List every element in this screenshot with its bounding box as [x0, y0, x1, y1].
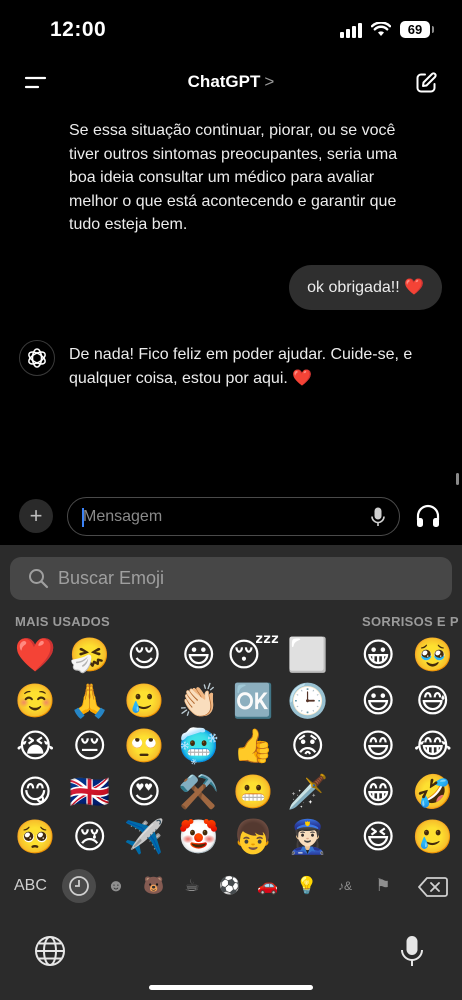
- emoji-key[interactable]: 😅: [406, 678, 461, 724]
- emoji-key[interactable]: 🙄: [117, 723, 172, 769]
- emoji-key[interactable]: ☺️: [8, 678, 63, 724]
- emoji-key[interactable]: 😔: [63, 723, 118, 769]
- flag-icon[interactable]: ⚑: [372, 875, 394, 897]
- emoji-key[interactable]: 😆: [351, 814, 406, 860]
- emoji-key[interactable]: 🥹: [406, 632, 461, 678]
- emoji-key[interactable]: 😁: [351, 769, 406, 815]
- message-input[interactable]: Mensagem: [67, 497, 400, 536]
- emoji-key[interactable]: 😀: [351, 632, 406, 678]
- assistant-message: De nada! Fico feliz em poder ajudar. Cui…: [69, 346, 413, 387]
- emoji-key[interactable]: 😋: [8, 769, 63, 815]
- emoji-key[interactable]: ⚒️: [172, 769, 227, 815]
- emoji-category-bar: ABC ☻ 🐻 ☕ ⚽ 🚗 💡 ♪& ⚑: [0, 867, 462, 907]
- section-frequently-used: MAIS USADOS: [15, 614, 111, 629]
- chevron-right-icon: >: [264, 72, 275, 91]
- emoji-key[interactable]: 🤣: [406, 769, 461, 815]
- new-chat-icon[interactable]: [414, 71, 438, 95]
- emoji-keyboard: Buscar Emoji MAIS USADOS SORRISOS E P ❤️…: [0, 545, 462, 1000]
- emoji-key[interactable]: 😬: [226, 769, 281, 815]
- emoji-key[interactable]: 🕒: [281, 678, 336, 724]
- emoji-key[interactable]: 🇬🇧: [63, 769, 118, 815]
- emoji-key[interactable]: 😃: [172, 632, 227, 678]
- microphone-icon[interactable]: [371, 507, 385, 527]
- section-smileys: SORRISOS E P: [362, 614, 459, 629]
- emoji-key[interactable]: 🤡: [172, 814, 227, 860]
- smiley-icon[interactable]: ☻: [105, 875, 127, 897]
- emoji-key[interactable]: 😍: [117, 769, 172, 815]
- scrollbar[interactable]: [456, 473, 459, 485]
- battery-icon: 69: [400, 21, 434, 38]
- model-selector[interactable]: ChatGPT >: [0, 72, 462, 92]
- abc-button[interactable]: ABC: [14, 877, 47, 895]
- emoji-key[interactable]: 🆗: [226, 678, 281, 724]
- assistant-message: Se essa situação continuar, piorar, ou s…: [69, 122, 398, 233]
- emoji-key[interactable]: 😂: [406, 723, 461, 769]
- message-placeholder: Mensagem: [83, 508, 163, 525]
- car-icon[interactable]: 🚗: [257, 875, 279, 897]
- animal-icon[interactable]: 🐻: [143, 875, 165, 897]
- symbols-icon[interactable]: ♪&: [334, 875, 356, 897]
- status-time: 12:00: [50, 18, 107, 41]
- emoji-key[interactable]: ✈️: [117, 814, 172, 860]
- emoji-key[interactable]: 🥺: [8, 814, 63, 860]
- search-icon: [29, 569, 49, 589]
- status-icons: 69: [340, 21, 434, 38]
- emoji-key[interactable]: 👏🏻: [172, 678, 227, 724]
- food-icon[interactable]: ☕: [181, 875, 203, 897]
- recent-icon[interactable]: [68, 875, 90, 897]
- emoji-key[interactable]: 😌: [117, 632, 172, 678]
- emoji-key[interactable]: 🗡️: [281, 769, 336, 815]
- emoji-key[interactable]: 😢: [63, 814, 118, 860]
- dictation-microphone-icon[interactable]: [400, 935, 424, 968]
- chatgpt-logo-icon: [19, 340, 55, 376]
- signal-icon: [340, 22, 362, 38]
- smiley-emoji-grid: 😀 🥹 😃 😅 😄 😂 😁 🤣 😆 🥲: [351, 632, 462, 860]
- status-bar: 12:00 69: [0, 0, 462, 60]
- emoji-key[interactable]: ❤️: [8, 632, 63, 678]
- emoji-key[interactable]: 🥶: [172, 723, 227, 769]
- emoji-search-input[interactable]: Buscar Emoji: [10, 557, 452, 600]
- attach-button[interactable]: +: [19, 499, 53, 533]
- user-message: ok obrigada!! ❤️: [289, 265, 442, 310]
- emoji-key[interactable]: ⬜: [281, 632, 336, 678]
- emoji-key[interactable]: 👍: [226, 723, 281, 769]
- emoji-key[interactable]: 😃: [351, 678, 406, 724]
- nav-bar: ChatGPT >: [0, 60, 462, 108]
- emoji-key[interactable]: 😴: [226, 632, 281, 678]
- emoji-search-placeholder: Buscar Emoji: [58, 568, 165, 588]
- frequent-emoji-grid: ❤️ 🤧 😌 😃 😴 ⬜ ☺️ 🙏 🥲 👏🏻 🆗 🕒 😭 😔 🙄 🥶 👍 😟 😋 🇬🇧 😍 ⚒️ 😬 🗡️ 🥺 😢 ✈️ 🤡 👦 👮🏻‍♀…: [8, 632, 343, 860]
- emoji-key[interactable]: 🤧: [63, 632, 118, 678]
- headphones-icon[interactable]: [415, 504, 441, 530]
- emoji-key[interactable]: 🙏: [63, 678, 118, 724]
- home-indicator[interactable]: [149, 985, 313, 990]
- emoji-key[interactable]: 👦: [226, 814, 281, 860]
- page-title: ChatGPT: [187, 72, 261, 91]
- globe-icon[interactable]: [34, 935, 66, 967]
- backspace-icon[interactable]: [418, 876, 448, 898]
- bulb-icon[interactable]: 💡: [296, 875, 318, 897]
- emoji-key[interactable]: 🥲: [406, 814, 461, 860]
- ball-icon[interactable]: ⚽: [219, 875, 241, 897]
- emoji-key[interactable]: 😭: [8, 723, 63, 769]
- wifi-icon: [371, 22, 391, 36]
- emoji-key[interactable]: 😟: [281, 723, 336, 769]
- emoji-key[interactable]: 👮🏻‍♀️: [281, 814, 336, 860]
- emoji-key[interactable]: 😄: [351, 723, 406, 769]
- emoji-key[interactable]: 🥲: [117, 678, 172, 724]
